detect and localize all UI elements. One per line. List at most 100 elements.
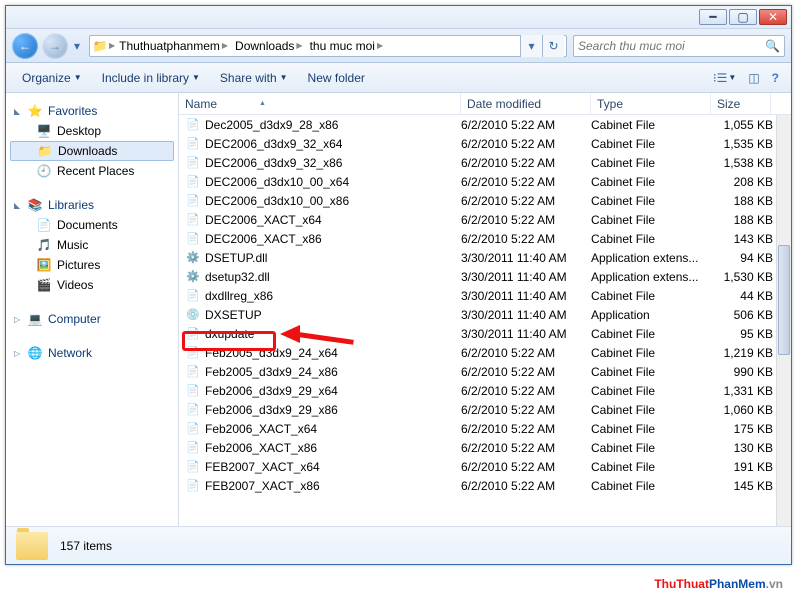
arrow-right-icon: → <box>49 39 61 53</box>
share-label: Share with <box>220 71 277 85</box>
column-type[interactable]: Type <box>591 93 711 114</box>
star-icon: ⭐ <box>27 103 43 119</box>
file-row[interactable]: 📄DEC2006_XACT_x646/2/2010 5:22 AMCabinet… <box>179 210 791 229</box>
network-icon: 🌐 <box>27 345 43 361</box>
file-row[interactable]: 📄DEC2006_d3dx10_00_x866/2/2010 5:22 AMCa… <box>179 191 791 210</box>
file-type: Cabinet File <box>591 137 711 151</box>
file-row[interactable]: 📄Feb2005_d3dx9_24_x646/2/2010 5:22 AMCab… <box>179 343 791 362</box>
nav-music[interactable]: 🎵 Music <box>6 235 178 255</box>
address-bar: ← → ▾ 📁 ▶ Thuthuatphanmem ▶ Downloads ▶ … <box>6 29 791 63</box>
file-row[interactable]: 📄Feb2005_d3dx9_24_x866/2/2010 5:22 AMCab… <box>179 362 791 381</box>
search-input[interactable] <box>578 39 765 53</box>
libraries-header[interactable]: ◣📚Libraries <box>6 195 178 215</box>
maximize-button[interactable]: ▢ <box>729 9 757 25</box>
scrollbar-thumb[interactable] <box>778 245 790 355</box>
file-icon: ⚙️ <box>185 269 201 285</box>
column-date[interactable]: Date modified <box>461 93 591 114</box>
collapse-icon: ◣ <box>14 201 22 210</box>
file-row[interactable]: 📄Feb2006_XACT_x866/2/2010 5:22 AMCabinet… <box>179 438 791 457</box>
file-name: FEB2007_XACT_x86 <box>205 479 320 493</box>
file-row[interactable]: ⚙️dsetup32.dll3/30/2011 11:40 AMApplicat… <box>179 267 791 286</box>
close-button[interactable]: ✕ <box>759 9 787 25</box>
sort-asc-icon: ▲ <box>259 100 266 107</box>
nav-label: Desktop <box>57 124 101 138</box>
file-date: 6/2/2010 5:22 AM <box>461 175 591 189</box>
nav-recent-places[interactable]: 🕘Recent Places <box>6 161 178 181</box>
file-type: Cabinet File <box>591 156 711 170</box>
minimize-button[interactable]: ━ <box>699 9 727 25</box>
preview-pane-button[interactable]: ◫ <box>744 69 763 87</box>
file-icon: 📄 <box>185 174 201 190</box>
nav-desktop[interactable]: 🖥️Desktop <box>6 121 178 141</box>
body: ◣⭐Favorites 🖥️Desktop 📁Downloads 🕘Recent… <box>6 93 791 526</box>
file-type: Cabinet File <box>591 460 711 474</box>
pane-icon: ◫ <box>748 71 759 85</box>
breadcrumb-item[interactable]: thu muc moi ▶ <box>307 36 388 56</box>
file-icon: 📄 <box>185 440 201 456</box>
file-row[interactable]: 📄DEC2006_d3dx9_32_x646/2/2010 5:22 AMCab… <box>179 134 791 153</box>
music-icon: 🎵 <box>36 237 52 253</box>
organize-button[interactable]: Organize ▼ <box>14 68 90 88</box>
expand-icon: ▷ <box>14 349 22 358</box>
file-row[interactable]: 📄dxupdate3/30/2011 11:40 AMCabinet File9… <box>179 324 791 343</box>
breadcrumb-item[interactable]: Downloads ▶ <box>232 36 307 56</box>
file-row[interactable]: 📄Feb2006_XACT_x646/2/2010 5:22 AMCabinet… <box>179 419 791 438</box>
new-folder-button[interactable]: New folder <box>300 68 373 88</box>
file-row[interactable]: 📄DEC2006_XACT_x866/2/2010 5:22 AMCabinet… <box>179 229 791 248</box>
favorites-header[interactable]: ◣⭐Favorites <box>6 101 178 121</box>
nav-videos[interactable]: 🎬Videos <box>6 275 178 295</box>
column-name[interactable]: Name ▲ <box>179 93 461 114</box>
nav-pictures[interactable]: 🖼️Pictures <box>6 255 178 275</box>
file-row[interactable]: 📄FEB2007_XACT_x646/2/2010 5:22 AMCabinet… <box>179 457 791 476</box>
nav-label: Documents <box>57 218 118 232</box>
file-row[interactable]: 📄DEC2006_d3dx9_32_x866/2/2010 5:22 AMCab… <box>179 153 791 172</box>
file-row[interactable]: 📄Feb2006_d3dx9_29_x646/2/2010 5:22 AMCab… <box>179 381 791 400</box>
forward-button[interactable]: → <box>42 33 68 59</box>
computer-header[interactable]: ▷💻Computer <box>6 309 178 329</box>
breadcrumb-item[interactable]: Thuthuatphanmem ▶ <box>116 36 232 56</box>
file-row[interactable]: 📄Feb2006_d3dx9_29_x866/2/2010 5:22 AMCab… <box>179 400 791 419</box>
include-library-button[interactable]: Include in library ▼ <box>94 68 208 88</box>
history-dropdown[interactable]: ▾ <box>72 39 82 53</box>
view-options-button[interactable]: ⁝☰ ▼ <box>709 69 741 87</box>
help-icon: ? <box>772 71 779 85</box>
file-date: 6/2/2010 5:22 AM <box>461 213 591 227</box>
file-row[interactable]: 📄dxdllreg_x863/30/2011 11:40 AMCabinet F… <box>179 286 791 305</box>
file-row[interactable]: 💿DXSETUP3/30/2011 11:40 AMApplication506… <box>179 305 791 324</box>
close-icon: ✕ <box>768 10 778 24</box>
refresh-button[interactable]: ↻ <box>542 35 564 57</box>
expand-icon: ▷ <box>14 315 22 324</box>
nav-documents[interactable]: 📄Documents <box>6 215 178 235</box>
network-header[interactable]: ▷🌐Network <box>6 343 178 363</box>
file-type: Cabinet File <box>591 232 711 246</box>
file-row[interactable]: 📄FEB2007_XACT_x866/2/2010 5:22 AMCabinet… <box>179 476 791 495</box>
file-type: Application extens... <box>591 270 711 284</box>
nav-label: Music <box>57 238 88 252</box>
nav-label: Downloads <box>58 144 117 158</box>
file-row[interactable]: 📄Dec2005_d3dx9_28_x866/2/2010 5:22 AMCab… <box>179 115 791 134</box>
column-label: Type <box>597 97 623 111</box>
file-name: DEC2006_d3dx9_32_x64 <box>205 137 342 151</box>
help-button[interactable]: ? <box>768 69 783 87</box>
file-list[interactable]: 📄Dec2005_d3dx9_28_x866/2/2010 5:22 AMCab… <box>179 115 791 526</box>
address-dropdown[interactable]: ▾ <box>520 35 542 57</box>
file-row[interactable]: ⚙️DSETUP.dll3/30/2011 11:40 AMApplicatio… <box>179 248 791 267</box>
libraries-label: Libraries <box>48 198 94 212</box>
share-with-button[interactable]: Share with ▼ <box>212 68 296 88</box>
nav-downloads[interactable]: 📁Downloads <box>10 141 174 161</box>
chevron-down-icon: ▼ <box>74 73 82 82</box>
file-row[interactable]: 📄DEC2006_d3dx10_00_x646/2/2010 5:22 AMCa… <box>179 172 791 191</box>
file-icon: 📄 <box>185 326 201 342</box>
search-box[interactable]: 🔍 <box>573 35 785 57</box>
file-type: Cabinet File <box>591 441 711 455</box>
file-date: 6/2/2010 5:22 AM <box>461 365 591 379</box>
vertical-scrollbar[interactable] <box>776 115 791 526</box>
file-date: 3/30/2011 11:40 AM <box>461 327 591 341</box>
file-icon: 📄 <box>185 155 201 171</box>
breadcrumb-bar[interactable]: 📁 ▶ Thuthuatphanmem ▶ Downloads ▶ thu mu… <box>89 35 567 57</box>
file-name: FEB2007_XACT_x64 <box>205 460 320 474</box>
back-button[interactable]: ← <box>12 33 38 59</box>
column-size[interactable]: Size <box>711 93 771 114</box>
nav-label: Recent Places <box>57 164 134 178</box>
file-date: 3/30/2011 11:40 AM <box>461 308 591 322</box>
